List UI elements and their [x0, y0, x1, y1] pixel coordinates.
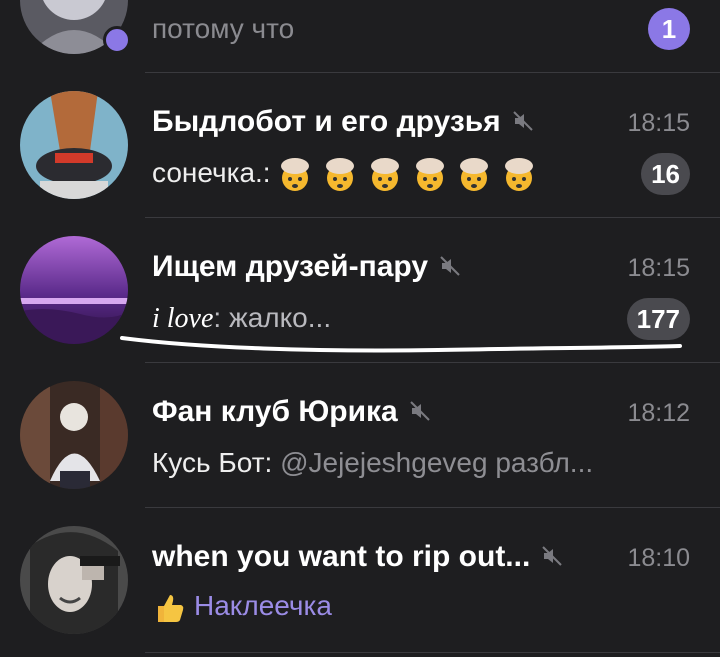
- chat-avatar: [20, 381, 128, 489]
- chat-preview: Кусь Бот: @Jejejeshgeveg разбл...: [152, 447, 672, 479]
- preview-text: Наклеечка: [194, 590, 332, 621]
- chat-time: 18:10: [627, 544, 690, 572]
- chat-time: 18:12: [627, 399, 690, 427]
- chat-preview: Наклеечка: [152, 590, 332, 625]
- chat-row-2[interactable]: Ищем друзей-пару 18:15 i love: жалко... …: [0, 218, 720, 363]
- chat-title: Быдлобот и его друзья: [152, 105, 535, 139]
- preview-sender: сонечка.:: [152, 157, 271, 188]
- exploding-head-emoji-icon: [460, 157, 489, 191]
- chat-title-text: Ищем друзей-пару: [152, 250, 429, 283]
- chat-preview: сонечка.:: [152, 157, 539, 192]
- chat-preview: потому что: [152, 13, 295, 44]
- exploding-head-emoji-icon: [281, 157, 310, 191]
- unread-badge: 16: [641, 153, 690, 195]
- online-indicator: [103, 26, 131, 54]
- chat-title: when you want to rip out...: [152, 540, 564, 574]
- mute-icon: [440, 256, 460, 276]
- unread-badge: 1: [648, 8, 690, 50]
- exploding-head-emoji-icon: [505, 157, 534, 191]
- thumbs-up-emoji-icon: [158, 594, 184, 622]
- exploding-head-emoji-icon: [415, 157, 444, 191]
- chat-avatar: [20, 236, 128, 344]
- chat-title-text: Быдлобот и его друзья: [152, 105, 501, 138]
- chat-title: Ищем друзей-пару: [152, 250, 462, 284]
- chat-row-0[interactable]: потому что 1: [0, 0, 720, 73]
- preview-text: @Jejejeshgeveg разбл...: [272, 447, 594, 478]
- chat-time: 18:15: [627, 109, 690, 137]
- chat-time: 18:15: [627, 254, 690, 282]
- preview-sender: Кусь Бот:: [152, 447, 273, 478]
- hand-drawn-underline: [120, 336, 682, 353]
- chat-avatar: [20, 526, 128, 634]
- chat-title: Фан клуб Юрика: [152, 395, 432, 429]
- chat-row-3[interactable]: Фан клуб Юрика 18:12 Кусь Бот: @Jejejesh…: [0, 363, 720, 508]
- emoji-group: [278, 157, 539, 192]
- chat-title-text: when you want to rip out...: [152, 540, 531, 573]
- chat-avatar: [20, 91, 128, 199]
- exploding-head-emoji-icon: [370, 157, 399, 191]
- chat-row-4[interactable]: when you want to rip out... 18:10 Наклее…: [0, 508, 720, 653]
- mute-icon: [542, 546, 563, 566]
- exploding-head-emoji-icon: [326, 157, 355, 191]
- mute-icon: [512, 111, 533, 131]
- mute-icon: [410, 401, 430, 421]
- divider: [145, 652, 720, 653]
- chat-title-text: Фан клуб Юрика: [152, 395, 398, 428]
- chat-row-1[interactable]: Быдлобот и его друзья 18:15 сонечка.: 16: [0, 73, 720, 218]
